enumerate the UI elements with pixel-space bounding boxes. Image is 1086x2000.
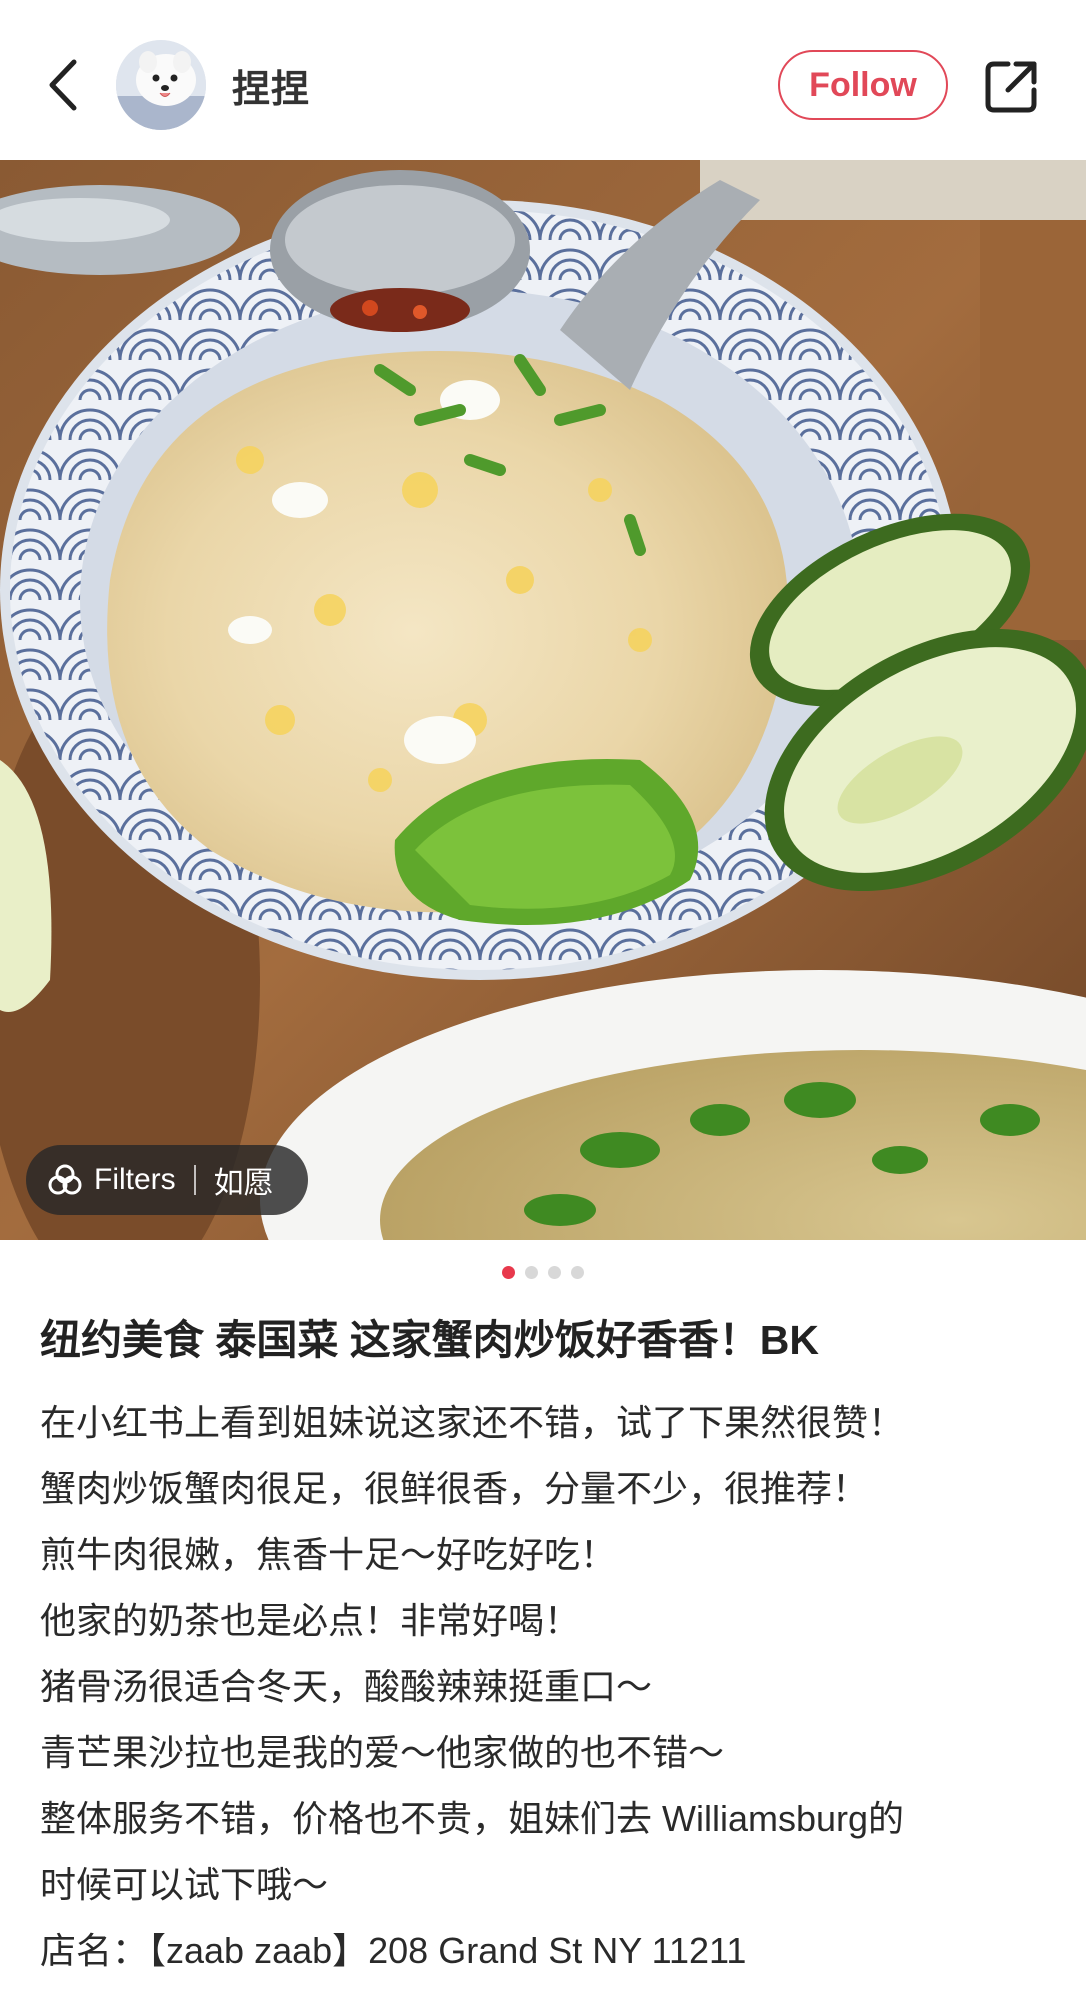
post-line: 蟹肉炒饭蟹肉很足，很鲜很香，分量不少，很推荐！: [40, 1468, 869, 1509]
carousel-indicator: [0, 1266, 1086, 1279]
post-image[interactable]: [0, 160, 1086, 1240]
post-title: 纽约美食 泰国菜 这家蟹肉炒饭好香香！BK: [40, 1317, 819, 1363]
follow-button[interactable]: Follow: [778, 50, 948, 120]
post-line: 时候可以试下哦～: [40, 1864, 329, 1905]
filter-name: 如愿: [213, 1167, 274, 1200]
post-line: 猪骨汤很适合冬天，酸酸辣辣挺重口～: [40, 1666, 653, 1707]
chevron-left-icon: [49, 59, 77, 111]
post-line: 整体服务不错，价格也不贵，姐妹们去 Williamsburg的: [40, 1798, 905, 1839]
carousel-dot-2[interactable]: [525, 1266, 538, 1279]
share-external-icon: [985, 61, 1037, 113]
carousel-dot-3[interactable]: [548, 1266, 561, 1279]
fried-rice-photo: [0, 160, 1086, 1240]
post-line: 他家的奶茶也是必点！非常好喝！: [40, 1600, 581, 1641]
avatar-image: [116, 40, 206, 130]
carousel-dot-4[interactable]: [571, 1266, 584, 1279]
filters-label: Filters: [94, 1163, 176, 1196]
filters-badge[interactable]: Filters 如愿: [26, 1145, 308, 1215]
filters-icon: [48, 1164, 82, 1195]
back-button[interactable]: [38, 52, 88, 118]
post-line: 在小红书上看到姐妹说这家还不错，试了下果然很赞！: [40, 1402, 905, 1443]
post-line: 煎牛肉很嫩，焦香十足～好吃好吃！: [40, 1534, 617, 1575]
post-body: 在小红书上看到姐妹说这家还不错，试了下果然很赞！ 蟹肉炒饭蟹肉很足，很鲜很香，分…: [40, 1390, 1050, 1984]
post-line: 青芒果沙拉也是我的爱～他家做的也不错～: [40, 1732, 725, 1773]
avatar[interactable]: [116, 40, 206, 130]
top-bar: 捏捏 Follow: [0, 0, 1086, 160]
filters-divider: [193, 1165, 196, 1195]
share-button[interactable]: [982, 56, 1042, 116]
post-line: 店名：【zaab zaab】208 Grand St NY 11211: [40, 1930, 747, 1971]
username[interactable]: 捏捏: [232, 58, 310, 113]
carousel-dot-1[interactable]: [502, 1266, 515, 1279]
